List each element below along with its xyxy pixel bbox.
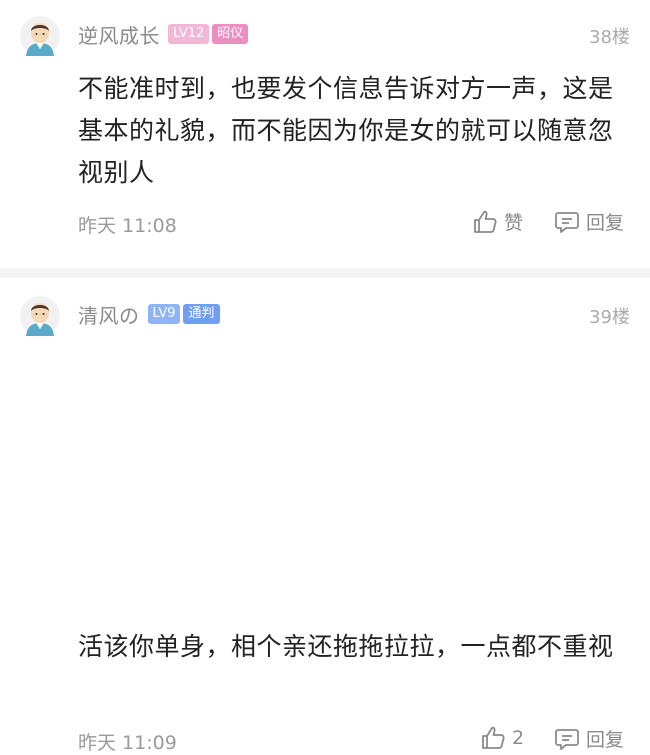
comment-bubble-icon (555, 728, 579, 750)
thumbs-up-icon (474, 210, 497, 233)
user-avatar-icon[interactable] (20, 16, 60, 56)
reply-label: 回复 (586, 212, 625, 234)
floor-number: 39楼 (589, 307, 630, 328)
reply-button[interactable]: 回复 (554, 725, 624, 752)
comment-content: 活该你单身，相个亲还拖拖拉拉，一点都不重视 (78, 632, 614, 661)
user-avatar-icon[interactable] (20, 296, 60, 336)
comment-content: 不能准时到，也要发个信息告诉对方一声，这是基本的礼貌，而不能因为你是女的就可以随… (78, 74, 614, 187)
like-count: 2 (512, 727, 525, 749)
comment-header: 逆风成长 LV12 昭仪 (78, 20, 249, 49)
comment-time: 昨天 11:08 (78, 215, 177, 237)
title-badge: 昭仪 (212, 24, 249, 44)
comment-time: 昨天 11:09 (78, 732, 177, 754)
level-badge: LV9 (147, 304, 181, 324)
reply-label: 回复 (586, 729, 625, 751)
comment-item: 清风の LV9 通判 39楼 活该你单身，相个亲还拖拖拉拉，一点都不重视 昨天 … (0, 278, 650, 754)
thumbs-up-icon (482, 726, 505, 749)
like-button[interactable]: 2 (480, 725, 524, 751)
like-label: 赞 (504, 212, 524, 234)
comment-header: 清风の LV9 通判 (78, 300, 220, 328)
title-badge: 通判 (183, 304, 220, 324)
floor-number: 38楼 (589, 27, 630, 48)
divider (0, 268, 650, 278)
username[interactable]: 清风の (78, 300, 140, 329)
username[interactable]: 逆风成长 (78, 20, 160, 49)
comment-bubble-icon (555, 211, 579, 233)
comment-item: 逆风成长 LV12 昭仪 38楼 不能准时到，也要发个信息告诉对方一声，这是基本… (0, 0, 650, 268)
reply-button[interactable]: 回复 (554, 208, 624, 235)
like-button[interactable]: 赞 (472, 208, 523, 235)
level-badge: LV12 (168, 24, 210, 44)
